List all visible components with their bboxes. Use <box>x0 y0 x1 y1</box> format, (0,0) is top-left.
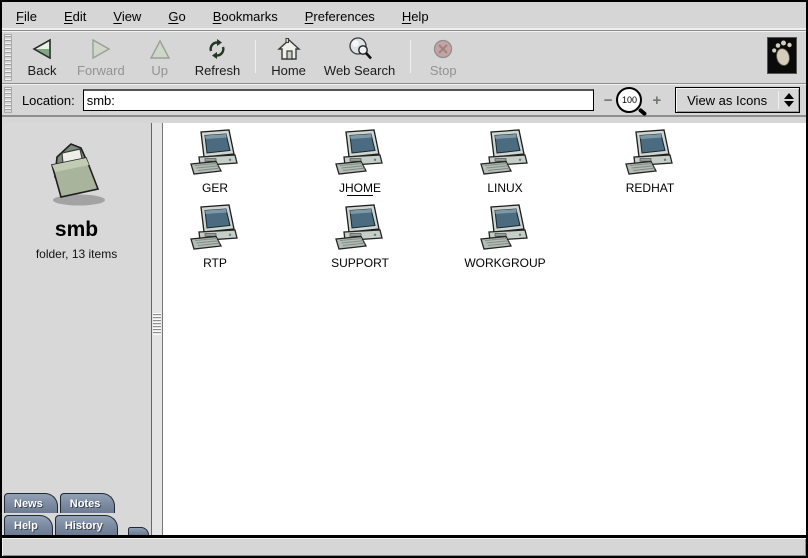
file-icon-linux[interactable]: LINUX <box>440 129 570 195</box>
locationbar-drag-handle[interactable] <box>4 87 12 113</box>
back-icon <box>30 37 54 61</box>
gnome-foot-icon <box>771 40 793 72</box>
menu-edit[interactable]: Edit <box>64 9 86 24</box>
file-icon-jhome[interactable]: JHOME <box>295 129 425 195</box>
spinner-arrows-icon <box>779 93 799 107</box>
computer-icon <box>480 129 530 180</box>
toolbar-button-label: Up <box>151 63 168 78</box>
sidebar-tab-news[interactable]: News <box>4 493 58 513</box>
file-icon-support[interactable]: SUPPORT <box>295 204 425 270</box>
toolbar: Back Forward Up Refresh Home Web Search Stop <box>2 31 806 84</box>
sidebar-tab-history[interactable]: History <box>55 515 118 535</box>
toolbar-button-home[interactable]: Home <box>262 32 315 83</box>
toolbar-button-forward: Forward <box>68 32 134 83</box>
menu-go[interactable]: Go <box>168 9 185 24</box>
toolbar-divider <box>410 40 411 73</box>
refresh-icon <box>206 37 228 61</box>
sidebar-tab-row: HelpHistory <box>2 513 151 535</box>
sidebar-tab-row: NewsNotes <box>2 491 151 513</box>
open-folder-icon <box>39 137 115 214</box>
sidebar-title: smb <box>55 218 98 242</box>
file-icon-ger[interactable]: GER <box>163 129 280 195</box>
splitter-grip[interactable] <box>153 313 161 335</box>
file-icon-label: RTP <box>203 256 227 270</box>
toolbar-button-label: Forward <box>77 63 125 78</box>
view-mode-dropdown[interactable]: View as Icons <box>675 87 800 113</box>
location-bar: Location: − 100 + View as Icons <box>2 84 806 117</box>
toolbar-button-label: Stop <box>430 63 457 78</box>
toolbar-button-label: Refresh <box>195 63 241 78</box>
computer-icon <box>625 129 675 180</box>
stop-icon <box>432 37 454 61</box>
file-icon-workgroup[interactable]: WORKGROUP <box>440 204 570 270</box>
computer-icon <box>335 129 385 180</box>
websearch-icon <box>347 37 373 61</box>
up-icon <box>148 37 172 61</box>
computer-icon <box>335 204 385 255</box>
toolbar-divider <box>255 40 256 73</box>
file-icon-label: JHOME <box>339 181 381 195</box>
sidebar-splitter[interactable] <box>152 123 163 535</box>
file-icon-redhat[interactable]: REDHAT <box>585 129 715 195</box>
zoom-level-indicator[interactable]: 100 <box>616 87 642 113</box>
menu-help[interactable]: Help <box>402 9 429 24</box>
menu-preferences[interactable]: Preferences <box>305 9 375 24</box>
toolbar-button-web-search[interactable]: Web Search <box>315 32 404 83</box>
toolbar-button-label: Back <box>28 63 57 78</box>
zoom-in-button[interactable]: + <box>652 93 661 108</box>
toolbar-button-label: Web Search <box>324 63 395 78</box>
menu-file[interactable]: File <box>16 9 37 24</box>
sidebar-tab-help[interactable]: Help <box>4 515 53 535</box>
sidebar: smb folder, 13 items NewsNotesHelpHistor… <box>2 123 152 535</box>
toolbar-button-label: Home <box>271 63 306 78</box>
toolbar-button-up: Up <box>134 32 186 83</box>
file-icon-view[interactable]: GER JHOME LINUX REDHAT RTP SUPPORT WORKGROUP <box>163 123 806 535</box>
zoom-out-button[interactable]: − <box>604 93 613 108</box>
sidebar-subtitle: folder, 13 items <box>36 247 117 261</box>
menubar: File Edit View Go Bookmarks Preferences Help <box>2 2 806 31</box>
status-bar <box>2 535 806 556</box>
file-icon-label: GER <box>202 181 228 195</box>
sidebar-tab-stub[interactable] <box>128 527 149 535</box>
main-split: smb folder, 13 items NewsNotesHelpHistor… <box>2 123 806 535</box>
menu-view[interactable]: View <box>113 9 141 24</box>
view-mode-value: View as Icons <box>676 93 778 108</box>
toolbar-drag-handle[interactable] <box>4 34 12 81</box>
zoom-level-value: 100 <box>622 95 637 105</box>
file-manager-window: File Edit View Go Bookmarks Preferences Help B… <box>0 0 808 558</box>
location-input[interactable] <box>83 89 594 111</box>
home-icon <box>277 37 301 61</box>
zoom-control: − 100 + <box>604 87 662 113</box>
toolbar-button-refresh[interactable]: Refresh <box>186 32 250 83</box>
computer-icon <box>480 204 530 255</box>
computer-icon <box>190 129 240 180</box>
file-icon-label: LINUX <box>487 181 522 195</box>
sidebar-tabs: NewsNotesHelpHistory <box>2 491 151 535</box>
file-icon-label: WORKGROUP <box>464 256 545 270</box>
gnome-throbber[interactable] <box>767 37 797 74</box>
location-label: Location: <box>22 93 75 108</box>
file-icon-label: SUPPORT <box>331 256 389 270</box>
forward-icon <box>89 37 113 61</box>
file-icon-label: REDHAT <box>626 181 674 195</box>
file-icon-rtp[interactable]: RTP <box>163 204 280 270</box>
toolbar-button-back[interactable]: Back <box>16 32 68 83</box>
menu-bookmarks[interactable]: Bookmarks <box>213 9 278 24</box>
sidebar-tab-notes[interactable]: Notes <box>60 493 116 513</box>
computer-icon <box>190 204 240 255</box>
toolbar-button-stop: Stop <box>417 32 469 83</box>
